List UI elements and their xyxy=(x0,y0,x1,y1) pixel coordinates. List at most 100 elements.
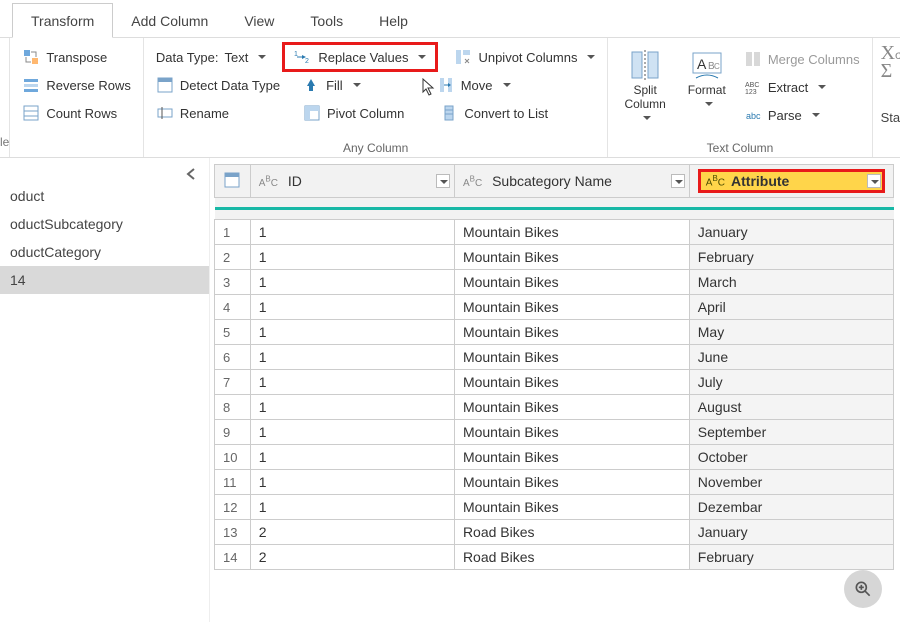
table-row[interactable]: 51Mountain BikesMay xyxy=(215,320,894,345)
cell-attribute[interactable]: June xyxy=(689,345,893,370)
merge-columns-icon xyxy=(744,50,762,68)
cell-attribute[interactable]: January xyxy=(689,220,893,245)
column-header-id[interactable]: ABC ID xyxy=(250,165,454,198)
cell-subcategory[interactable]: Mountain Bikes xyxy=(454,370,689,395)
replace-values-button[interactable]: 12 Replace Values xyxy=(284,44,436,70)
cell-id[interactable]: 1 xyxy=(250,495,454,520)
tab-help[interactable]: Help xyxy=(361,4,426,37)
tab-add-column[interactable]: Add Column xyxy=(113,4,226,37)
cell-id[interactable]: 1 xyxy=(250,445,454,470)
cell-attribute[interactable]: Dezembar xyxy=(689,495,893,520)
table-row[interactable]: 101Mountain BikesOctober xyxy=(215,445,894,470)
cell-id[interactable]: 1 xyxy=(250,420,454,445)
cell-subcategory[interactable]: Mountain Bikes xyxy=(454,295,689,320)
cell-id[interactable]: 2 xyxy=(250,520,454,545)
cell-subcategory[interactable]: Mountain Bikes xyxy=(454,420,689,445)
cell-id[interactable]: 1 xyxy=(250,245,454,270)
table-row[interactable]: 61Mountain BikesJune xyxy=(215,345,894,370)
merge-columns-label: Merge Columns xyxy=(768,52,860,67)
column-filter-id[interactable] xyxy=(436,174,450,188)
cell-subcategory[interactable]: Mountain Bikes xyxy=(454,495,689,520)
detect-data-type-button[interactable]: Detect Data Type xyxy=(152,74,284,96)
convert-to-list-button[interactable]: Convert to List xyxy=(436,102,552,124)
cell-id[interactable]: 1 xyxy=(250,270,454,295)
table-row[interactable]: 21Mountain BikesFebruary xyxy=(215,245,894,270)
format-button[interactable]: ABC Format xyxy=(680,44,734,139)
sidebar-collapse-button[interactable] xyxy=(183,166,199,182)
move-button[interactable]: Move xyxy=(433,74,515,96)
table-row[interactable]: 121Mountain BikesDezembar xyxy=(215,495,894,520)
reverse-rows-label: Reverse Rows xyxy=(46,78,131,93)
table-row[interactable]: 81Mountain BikesAugust xyxy=(215,395,894,420)
cell-attribute[interactable]: October xyxy=(689,445,893,470)
cell-subcategory[interactable]: Mountain Bikes xyxy=(454,445,689,470)
sidebar-item-14[interactable]: 14 xyxy=(0,266,209,294)
merge-columns-button[interactable]: Merge Columns xyxy=(740,48,864,70)
cell-attribute[interactable]: May xyxy=(689,320,893,345)
column-filter-sub[interactable] xyxy=(671,174,685,188)
table-row[interactable]: 91Mountain BikesSeptember xyxy=(215,420,894,445)
cell-subcategory[interactable]: Mountain Bikes xyxy=(454,220,689,245)
cell-subcategory[interactable]: Mountain Bikes xyxy=(454,245,689,270)
zoom-button[interactable] xyxy=(844,570,882,608)
rename-button[interactable]: Rename xyxy=(152,102,233,124)
pivot-column-button[interactable]: Pivot Column xyxy=(299,102,408,124)
cell-subcategory[interactable]: Mountain Bikes xyxy=(454,470,689,495)
sidebar-item-product[interactable]: oduct xyxy=(0,182,209,210)
cell-subcategory[interactable]: Mountain Bikes xyxy=(454,320,689,345)
unpivot-columns-button[interactable]: Unpivot Columns xyxy=(450,46,599,68)
cell-subcategory[interactable]: Mountain Bikes xyxy=(454,270,689,295)
cell-attribute[interactable]: September xyxy=(689,420,893,445)
tab-tools[interactable]: Tools xyxy=(292,4,361,37)
cell-id[interactable]: 1 xyxy=(250,395,454,420)
grid-corner[interactable] xyxy=(215,165,251,198)
cell-attribute[interactable]: February xyxy=(689,245,893,270)
cell-id[interactable]: 1 xyxy=(250,345,454,370)
move-label: Move xyxy=(461,78,493,93)
sidebar-item-productcategory[interactable]: oductCategory xyxy=(0,238,209,266)
cell-attribute[interactable]: March xyxy=(689,270,893,295)
cell-subcategory[interactable]: Road Bikes xyxy=(454,520,689,545)
sidebar-item-productsubcategory[interactable]: oductSubcategory xyxy=(0,210,209,238)
split-column-button[interactable]: Split Column xyxy=(616,44,673,139)
cell-attribute[interactable]: August xyxy=(689,395,893,420)
cell-subcategory[interactable]: Road Bikes xyxy=(454,545,689,570)
cell-id[interactable]: 1 xyxy=(250,470,454,495)
cell-attribute[interactable]: January xyxy=(689,520,893,545)
column-header-attribute[interactable]: ABC Attribute xyxy=(689,165,893,198)
cell-id[interactable]: 1 xyxy=(250,295,454,320)
cell-subcategory[interactable]: Mountain Bikes xyxy=(454,395,689,420)
data-grid[interactable]: ABC ID ABC Subcategory Name ABC Attribut… xyxy=(214,164,894,570)
cell-attribute[interactable]: November xyxy=(689,470,893,495)
sigma2-icon: Σ xyxy=(881,60,893,82)
parse-button[interactable]: abc Parse xyxy=(740,104,824,126)
table-row[interactable]: 31Mountain BikesMarch xyxy=(215,270,894,295)
table-row[interactable]: 11Mountain BikesJanuary xyxy=(215,220,894,245)
cell-subcategory[interactable]: Mountain Bikes xyxy=(454,345,689,370)
svg-text:123: 123 xyxy=(745,89,757,96)
table-row[interactable]: 111Mountain BikesNovember xyxy=(215,470,894,495)
cell-attribute[interactable]: July xyxy=(689,370,893,395)
cell-id[interactable]: 1 xyxy=(250,370,454,395)
row-number: 8 xyxy=(215,395,251,420)
cell-id[interactable]: 1 xyxy=(250,320,454,345)
column-header-subcategory[interactable]: ABC Subcategory Name xyxy=(454,165,689,198)
reverse-rows-button[interactable]: Reverse Rows xyxy=(18,74,135,96)
cell-attribute[interactable]: February xyxy=(689,545,893,570)
cell-id[interactable]: 2 xyxy=(250,545,454,570)
fill-button[interactable]: Fill xyxy=(298,74,365,96)
count-rows-button[interactable]: Count Rows xyxy=(18,102,121,124)
transpose-button[interactable]: Transpose xyxy=(18,46,111,68)
ribbon-group-stats: Χσ Σ Statis xyxy=(873,38,900,157)
table-row[interactable]: 142Road BikesFebruary xyxy=(215,545,894,570)
table-row[interactable]: 132Road BikesJanuary xyxy=(215,520,894,545)
tab-view[interactable]: View xyxy=(226,4,292,37)
extract-button[interactable]: ABC123 Extract xyxy=(740,76,830,98)
cell-attribute[interactable]: April xyxy=(689,295,893,320)
table-row[interactable]: 71Mountain BikesJuly xyxy=(215,370,894,395)
data-type-dropdown[interactable]: Data Type: Text xyxy=(152,48,270,67)
column-filter-attr[interactable] xyxy=(867,174,881,188)
table-row[interactable]: 41Mountain BikesApril xyxy=(215,295,894,320)
tab-transform[interactable]: Transform xyxy=(12,3,113,38)
cell-id[interactable]: 1 xyxy=(250,220,454,245)
